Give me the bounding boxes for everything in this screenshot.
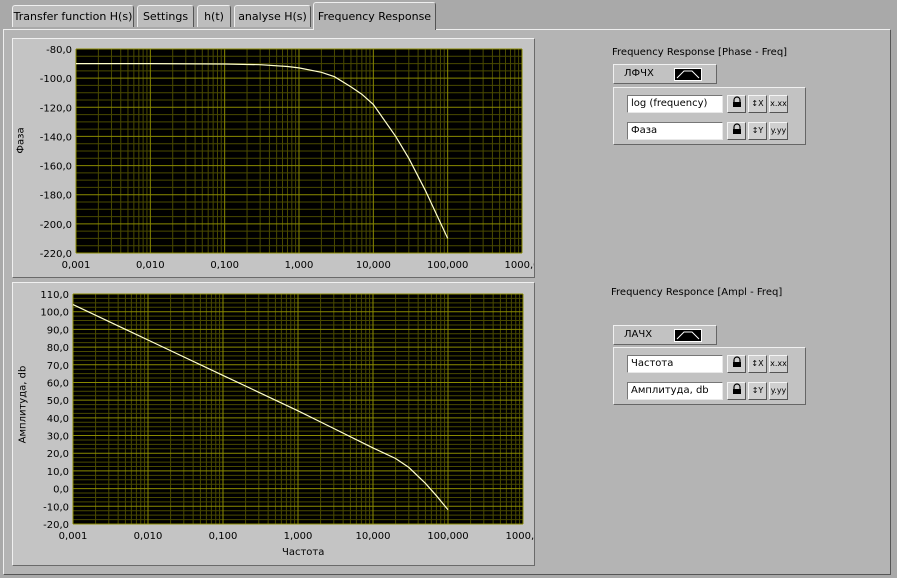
format-y-icon[interactable]: y.yy [769,122,788,140]
lock-icon[interactable] [727,382,746,400]
x-tick-label: 1,000 [284,531,313,542]
y-tick-label: -220,0 [40,249,72,260]
line-style-icon[interactable] [674,329,702,342]
x-tick-label: 0,010 [136,260,165,271]
line-style-icon[interactable] [674,68,702,81]
phase-y-scale-name[interactable]: Фаза [627,122,723,140]
x-tick-label: 1,000 [285,260,314,271]
y-tick-label: -160,0 [40,162,72,173]
x-tick-label: 0,001 [62,260,91,271]
phase-graph[interactable]: 0,001 0,010 0,100 1,000 10,000 100,000 1000,0 -… [12,38,535,278]
amplitude-graph[interactable]: 0,001 0,010 0,100 1,000 10,000 100,000 1000,0 1… [12,282,535,566]
y-tick-label: -180,0 [40,191,72,202]
y-tick-label: 20,0 [47,449,69,460]
y-tick-label: 0,0 [53,485,69,496]
lock-icon[interactable] [727,355,746,373]
amplitude-plot-legend[interactable]: ЛАЧХ [613,325,717,345]
y-tick-label: 70,0 [47,361,69,372]
frequency-response-panel: 0,001 0,010 0,100 1,000 10,000 100,000 1000,0 -… [3,29,891,575]
autoscale-x-icon[interactable]: ↕X [748,95,767,113]
tab-strip: Transfer function H(s) Settings h(t) ana… [0,0,897,30]
y-tick-label: -80,0 [46,45,72,56]
amplitude-y-scale-name[interactable]: Амплитуда, db [627,382,723,400]
x-tick-label: 1000,0 [505,260,535,271]
y-tick-label: 40,0 [47,414,69,425]
y-tick-label: -20,0 [43,520,69,531]
lock-icon[interactable] [727,95,746,113]
amplitude-plot-name: ЛАЧХ [624,329,653,340]
phase-plot-name: ЛФЧХ [624,68,654,79]
autoscale-x-icon[interactable]: ↕X [748,355,767,373]
lock-icon[interactable] [727,122,746,140]
amplitude-x-scale-name[interactable]: Частота [627,355,723,373]
x-tick-label: 0,100 [209,531,238,542]
format-x-icon[interactable]: x.xx [769,355,788,373]
tab-frequency-response[interactable]: Frequency Response [313,2,436,30]
tab-h-t[interactable]: h(t) [197,5,231,27]
tab-transfer-function[interactable]: Transfer function H(s) [12,5,134,27]
phase-legend-title: Frequency Response [Phase - Freq] [612,47,788,58]
y-tick-label: 50,0 [47,396,69,407]
amplitude-y-axis-label: Амплитуда, db [17,365,29,444]
y-tick-label: -10,0 [43,502,69,513]
autoscale-y-icon[interactable]: ↕Y [748,122,767,140]
y-tick-label: -140,0 [40,132,72,143]
tab-analyse-h-s[interactable]: analyse H(s) [234,5,311,27]
format-x-icon[interactable]: x.xx [769,95,788,113]
x-tick-label: 10,000 [356,260,391,271]
autoscale-y-icon[interactable]: ↕Y [748,382,767,400]
chart-svg-0: 0,001 0,010 0,100 1,000 10,000 100,000 1000,0 -… [40,45,535,271]
y-tick-label: 10,0 [47,467,69,478]
phase-plot-legend[interactable]: ЛФЧХ [613,64,717,84]
y-tick-label: -100,0 [40,74,72,85]
y-tick-label: -200,0 [40,220,72,231]
x-tick-label: 0,001 [59,531,88,542]
phase-scale-legend: log (frequency) ↕X x.xx Фаза ↕Y y.yy [613,87,806,145]
y-tick-label: -120,0 [40,103,72,114]
x-tick-label: 10,000 [356,531,391,542]
amplitude-scale-legend: Частота ↕X x.xx Амплитуда, db ↕Y y.yy [613,347,806,405]
y-tick-label: 100,0 [40,308,69,319]
amplitude-legend-title: Frequency Responce [Ampl - Freq] [611,287,783,298]
amplitude-x-axis-label: Частота [282,547,325,558]
x-tick-label: 0,100 [210,260,239,271]
phase-y-axis-label: Фаза [15,127,27,154]
chart-svg-1: 0,001 0,010 0,100 1,000 10,000 100,000 1000,0 1… [40,290,535,542]
y-tick-label: 110,0 [40,290,69,301]
x-tick-label: 0,010 [134,531,163,542]
y-tick-label: 90,0 [47,325,69,336]
tab-settings[interactable]: Settings [137,5,194,27]
phase-x-scale-name[interactable]: log (frequency) [627,95,723,113]
x-tick-label: 1000,0 [506,531,535,542]
y-tick-label: 30,0 [47,432,69,443]
format-y-icon[interactable]: y.yy [769,382,788,400]
y-tick-label: 60,0 [47,378,69,389]
x-tick-label: 100,000 [427,260,468,271]
y-tick-label: 80,0 [47,343,69,354]
x-tick-label: 100,000 [427,531,468,542]
